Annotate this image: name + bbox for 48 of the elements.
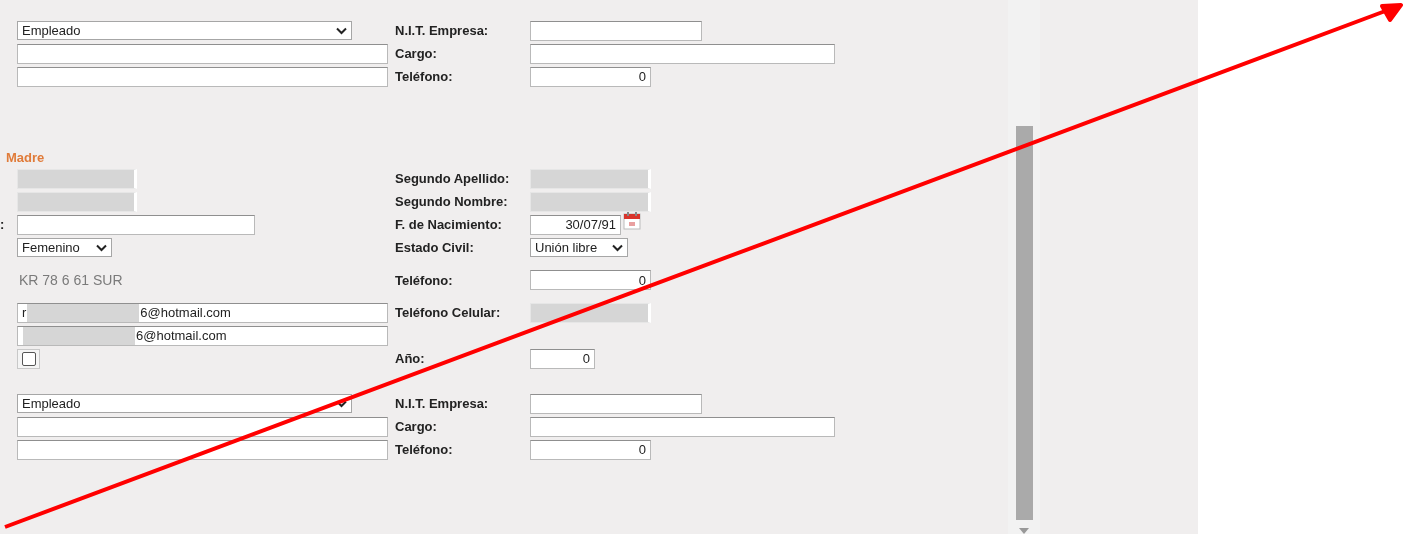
input-field[interactable]: 0 [530,439,651,460]
field-label: Teléfono: [395,442,453,457]
dropdown[interactable]: Unión libre [530,238,628,257]
field-label: Estado Civil: [395,240,474,255]
input-field[interactable] [530,20,702,41]
field-label: Segundo Nombre: [395,194,508,209]
input-field[interactable]: 0 [530,270,651,290]
input-field[interactable] [530,43,835,64]
dropdown[interactable]: Empleado [17,394,352,413]
field-label: N.I.T. Empresa: [395,23,489,38]
field-label: Año: [395,351,425,366]
input-field[interactable]: 0 [530,66,651,87]
input-field[interactable] [17,214,255,235]
input-field[interactable] [17,66,388,87]
input-field[interactable] [530,416,835,437]
field-label: Segundo Apellido: [395,171,510,186]
dropdown[interactable]: Femenino [17,238,112,257]
chevron-down-icon [612,243,623,252]
scrollbar-thumb[interactable] [1015,126,1033,520]
redacted-field[interactable] [530,191,651,212]
input-field[interactable] [17,439,388,460]
date-field[interactable]: 30/07/91 [530,214,621,235]
input-field[interactable] [17,43,388,64]
redacted-field[interactable] [530,168,651,189]
redacted-field[interactable] [17,191,137,212]
field-label: Cargo: [395,419,437,434]
field-label: Teléfono Celular: [395,305,501,320]
input-field[interactable] [530,393,702,414]
calendar-icon[interactable] [623,211,641,230]
field-label: F. de Nacimiento: [395,217,502,232]
field-label: : [0,217,5,232]
chevron-down-icon [96,243,107,252]
dropdown[interactable]: Empleado [17,21,352,40]
section-heading: Madre [5,150,45,166]
redacted-field[interactable] [530,302,651,323]
chevron-down-icon [336,26,347,35]
address-text: KR 78 6 61 SUR [18,272,123,288]
scrollbar[interactable] [1008,0,1040,534]
input-field[interactable] [17,416,388,437]
field-label: N.I.T. Empresa: [395,396,489,411]
checkbox[interactable] [17,348,40,369]
input-field[interactable]: 0 [530,348,595,369]
field-label: Cargo: [395,46,437,61]
input-field[interactable]: r 6@hotmail.com [17,302,388,323]
redacted-field[interactable] [17,168,137,189]
field-label: Teléfono: [395,69,453,84]
field-label: Teléfono: [395,272,453,288]
input-field[interactable]: 6@hotmail.com [17,325,388,346]
